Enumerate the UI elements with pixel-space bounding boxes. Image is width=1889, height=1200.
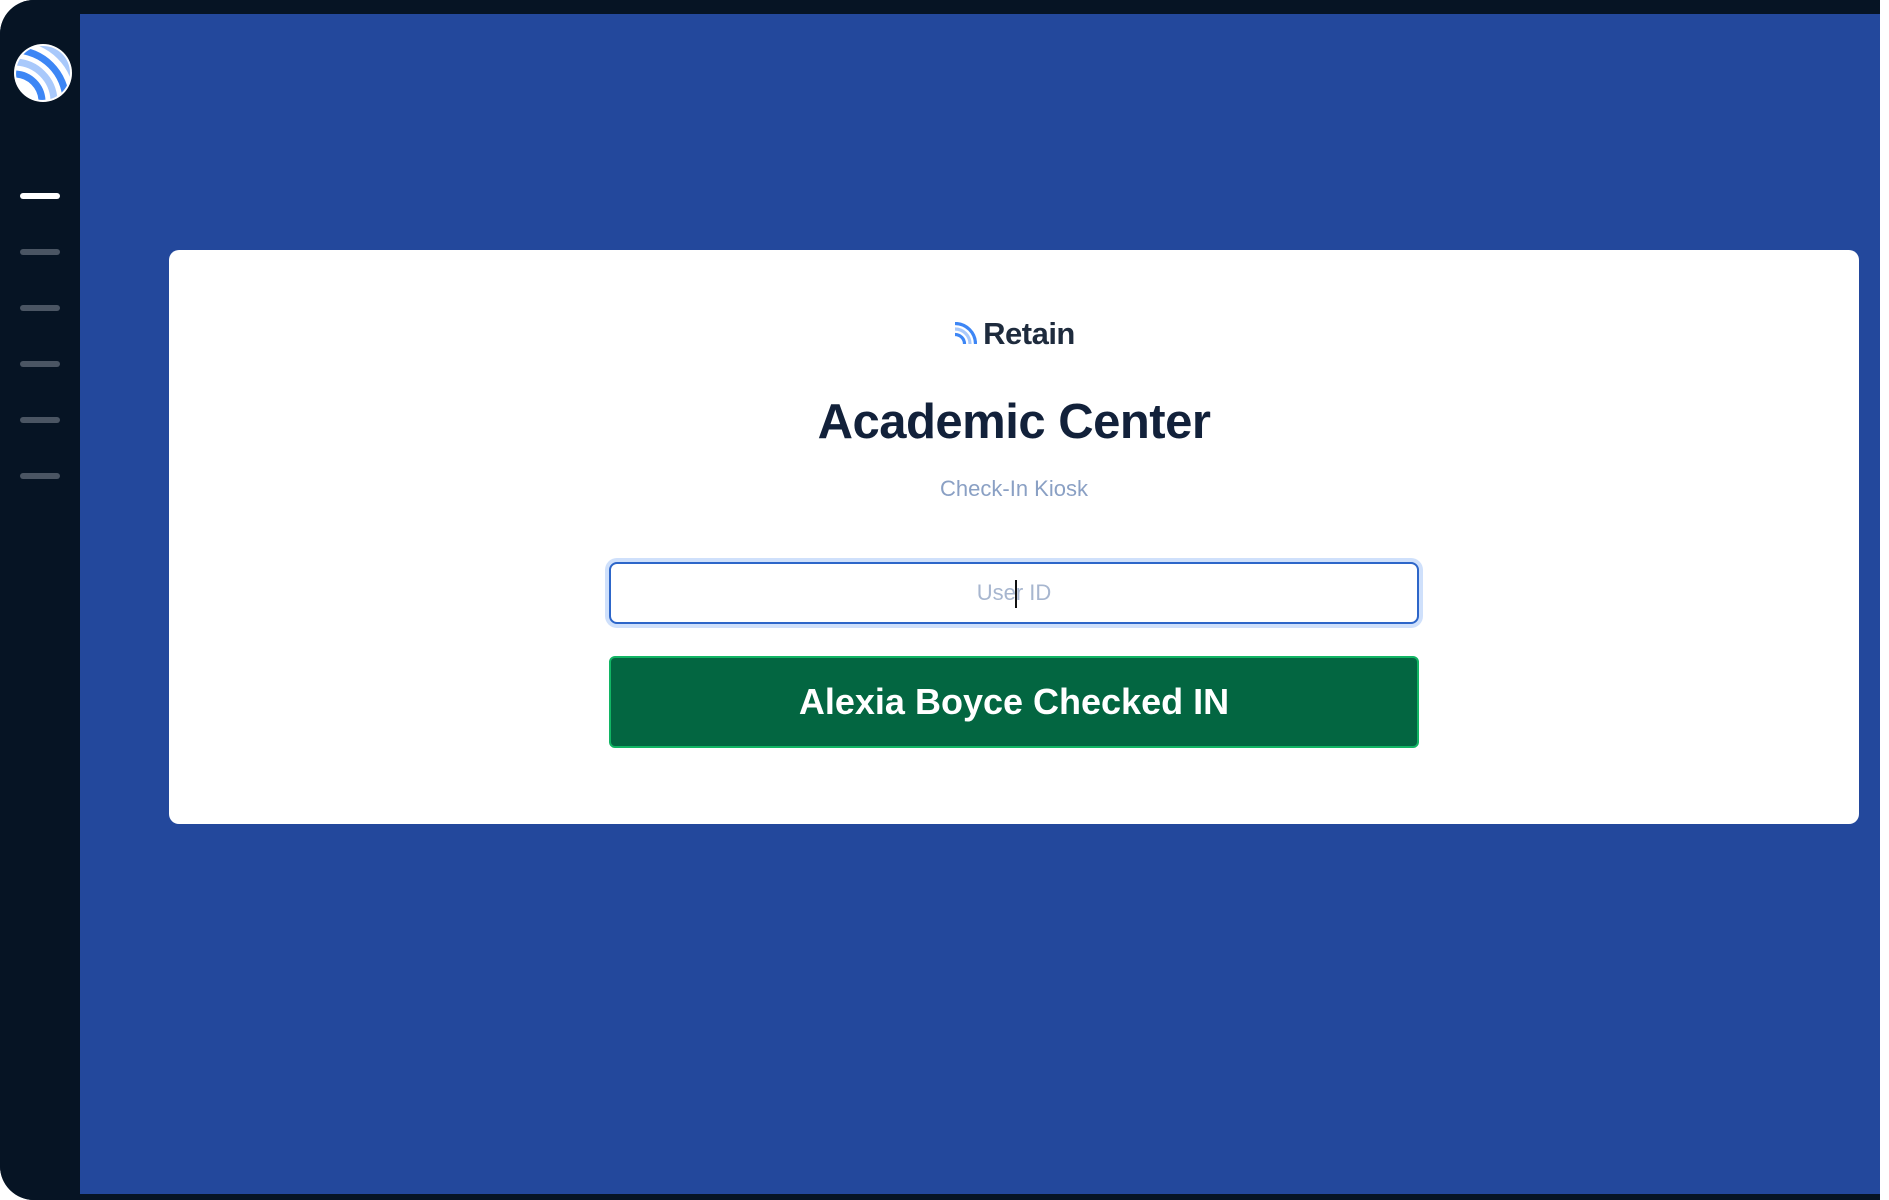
page-title: Academic Center <box>817 395 1211 449</box>
page-subtitle: Check-In Kiosk <box>940 476 1088 501</box>
nav-item-1[interactable] <box>20 193 60 199</box>
text-caret <box>1015 580 1017 608</box>
brand: Retain <box>169 316 1859 352</box>
user-id-input[interactable] <box>611 564 1417 622</box>
retain-wave-icon <box>954 322 978 345</box>
app-frame: Retain Academic Center Check-In Kiosk Al… <box>0 0 1880 1200</box>
sidebar <box>0 0 80 1200</box>
nav-item-3[interactable] <box>20 305 60 311</box>
nav-item-6[interactable] <box>20 473 60 479</box>
check-in-card: Retain Academic Center Check-In Kiosk Al… <box>169 250 1859 824</box>
user-id-field[interactable] <box>609 562 1419 624</box>
check-in-status-button[interactable]: Alexia Boyce Checked IN <box>609 656 1419 748</box>
retain-logo-icon[interactable] <box>14 44 72 102</box>
nav-item-2[interactable] <box>20 249 60 255</box>
nav-item-5[interactable] <box>20 417 60 423</box>
nav-item-4[interactable] <box>20 361 60 367</box>
brand-name: Retain <box>983 316 1075 351</box>
main-area: Retain Academic Center Check-In Kiosk Al… <box>80 14 1880 1194</box>
